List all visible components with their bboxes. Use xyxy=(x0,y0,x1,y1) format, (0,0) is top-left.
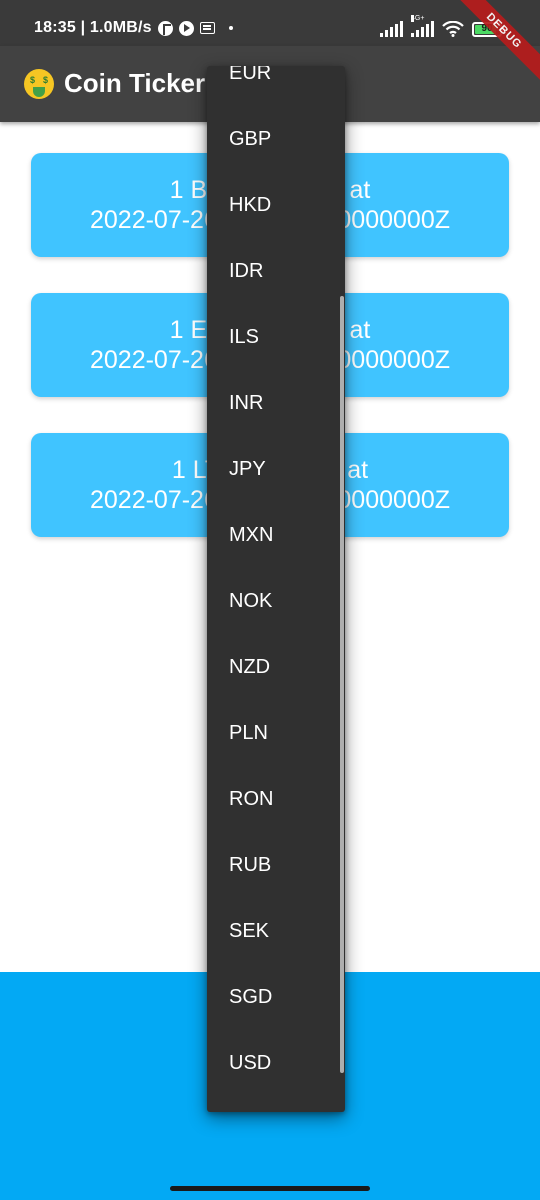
more-dot-icon xyxy=(228,26,233,30)
currency-item-sgd[interactable]: SGD xyxy=(207,964,345,1030)
status-left: 18:35 | 1.0MB/s xyxy=(34,19,233,37)
currency-item-eur[interactable]: EUR xyxy=(207,66,345,106)
currency-item-jpy[interactable]: JPY xyxy=(207,436,345,502)
currency-item-sek[interactable]: SEK xyxy=(207,898,345,964)
currency-item-idr[interactable]: IDR xyxy=(207,238,345,304)
network-label: 4G+ xyxy=(411,15,425,22)
home-indicator[interactable] xyxy=(170,1186,370,1191)
currency-item-pln[interactable]: PLN xyxy=(207,700,345,766)
card-icon xyxy=(199,22,215,34)
currency-item-inr[interactable]: INR xyxy=(207,370,345,436)
status-bar: 18:35 | 1.0MB/s 4G+ 90 xyxy=(0,0,540,46)
play-icon xyxy=(178,20,194,36)
money-mouth-face-icon: $ $ xyxy=(24,68,54,99)
currency-item-rub[interactable]: RUB xyxy=(207,832,345,898)
currency-item-ron[interactable]: RON xyxy=(207,766,345,832)
currency-item-ils[interactable]: ILS xyxy=(207,304,345,370)
currency-item-nzd[interactable]: NZD xyxy=(207,634,345,700)
app-notification-icon xyxy=(157,20,173,36)
currency-item-mxn[interactable]: MXN xyxy=(207,502,345,568)
currency-item-usd[interactable]: USD xyxy=(207,1030,345,1096)
app-title-text: Coin Ticker xyxy=(64,68,206,98)
signal-icon xyxy=(380,21,403,37)
currency-item-nok[interactable]: NOK xyxy=(207,568,345,634)
wifi-icon xyxy=(442,21,464,37)
currency-item-gbp[interactable]: GBP xyxy=(207,106,345,172)
signal-4g-icon: 4G+ xyxy=(411,15,434,37)
menu-scrollbar[interactable] xyxy=(340,296,344,1073)
currency-dropdown-menu[interactable]: EUR GBP HKD IDR ILS INR JPY MXN NOK NZD … xyxy=(207,66,345,1112)
currency-list: EUR GBP HKD IDR ILS INR JPY MXN NOK NZD … xyxy=(207,66,345,1096)
status-time-speed: 18:35 | 1.0MB/s xyxy=(34,19,152,36)
app-title: $ $ Coin Ticker xyxy=(24,68,205,99)
currency-item-hkd[interactable]: HKD xyxy=(207,172,345,238)
